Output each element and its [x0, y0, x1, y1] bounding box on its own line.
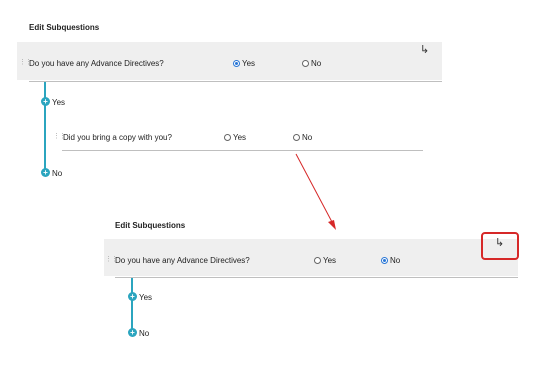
- arrowhead: [328, 220, 336, 230]
- section-title: Edit Subquestions: [115, 221, 186, 230]
- radio-label: No: [311, 59, 322, 68]
- radio-label: No: [390, 256, 401, 265]
- radio-label: Yes: [242, 59, 256, 68]
- plus-circle-icon[interactable]: +: [128, 328, 137, 337]
- branch-connector: [44, 82, 46, 173]
- subquestion-radio-no[interactable]: No: [293, 133, 312, 142]
- radio-no[interactable]: No: [381, 256, 400, 265]
- subquestion-radio-yes[interactable]: Yes: [224, 133, 246, 142]
- question-text: Do you have any Advance Directives?: [115, 256, 250, 265]
- plus-circle-icon[interactable]: +: [41, 97, 50, 106]
- annotation-arrow-icon: [295, 153, 336, 230]
- branch-label: Yes: [139, 293, 153, 302]
- divider: [29, 81, 442, 82]
- radio-label: Yes: [323, 256, 337, 265]
- divider: [62, 150, 423, 151]
- radio-yes[interactable]: Yes: [314, 256, 336, 265]
- divider: [115, 277, 518, 278]
- plus-circle-icon[interactable]: +: [41, 168, 50, 177]
- branch-label: No: [52, 169, 63, 178]
- radio-button-checked-icon[interactable]: [233, 60, 240, 67]
- radio-button-icon[interactable]: [224, 134, 231, 141]
- radio-button-icon[interactable]: [293, 134, 300, 141]
- subdirectory-arrow-icon[interactable]: ↳: [420, 43, 429, 56]
- plus-circle-icon[interactable]: +: [128, 292, 137, 301]
- branch-connector: [131, 278, 133, 334]
- radio-button-icon[interactable]: [314, 257, 321, 264]
- question-text: Do you have any Advance Directives?: [29, 59, 164, 68]
- subdirectory-arrow-icon[interactable]: ↳: [495, 236, 504, 249]
- branch-label: No: [139, 329, 150, 338]
- radio-label: No: [302, 133, 313, 142]
- section-title: Edit Subquestions: [29, 23, 100, 32]
- subquestion-text: Did you bring a copy with you?: [63, 133, 172, 142]
- radio-yes[interactable]: Yes: [233, 59, 255, 68]
- branch-label: Yes: [52, 98, 66, 107]
- radio-label: Yes: [233, 133, 247, 142]
- radio-no[interactable]: No: [302, 59, 321, 68]
- radio-button-icon[interactable]: [302, 60, 309, 67]
- radio-button-checked-icon[interactable]: [381, 257, 388, 264]
